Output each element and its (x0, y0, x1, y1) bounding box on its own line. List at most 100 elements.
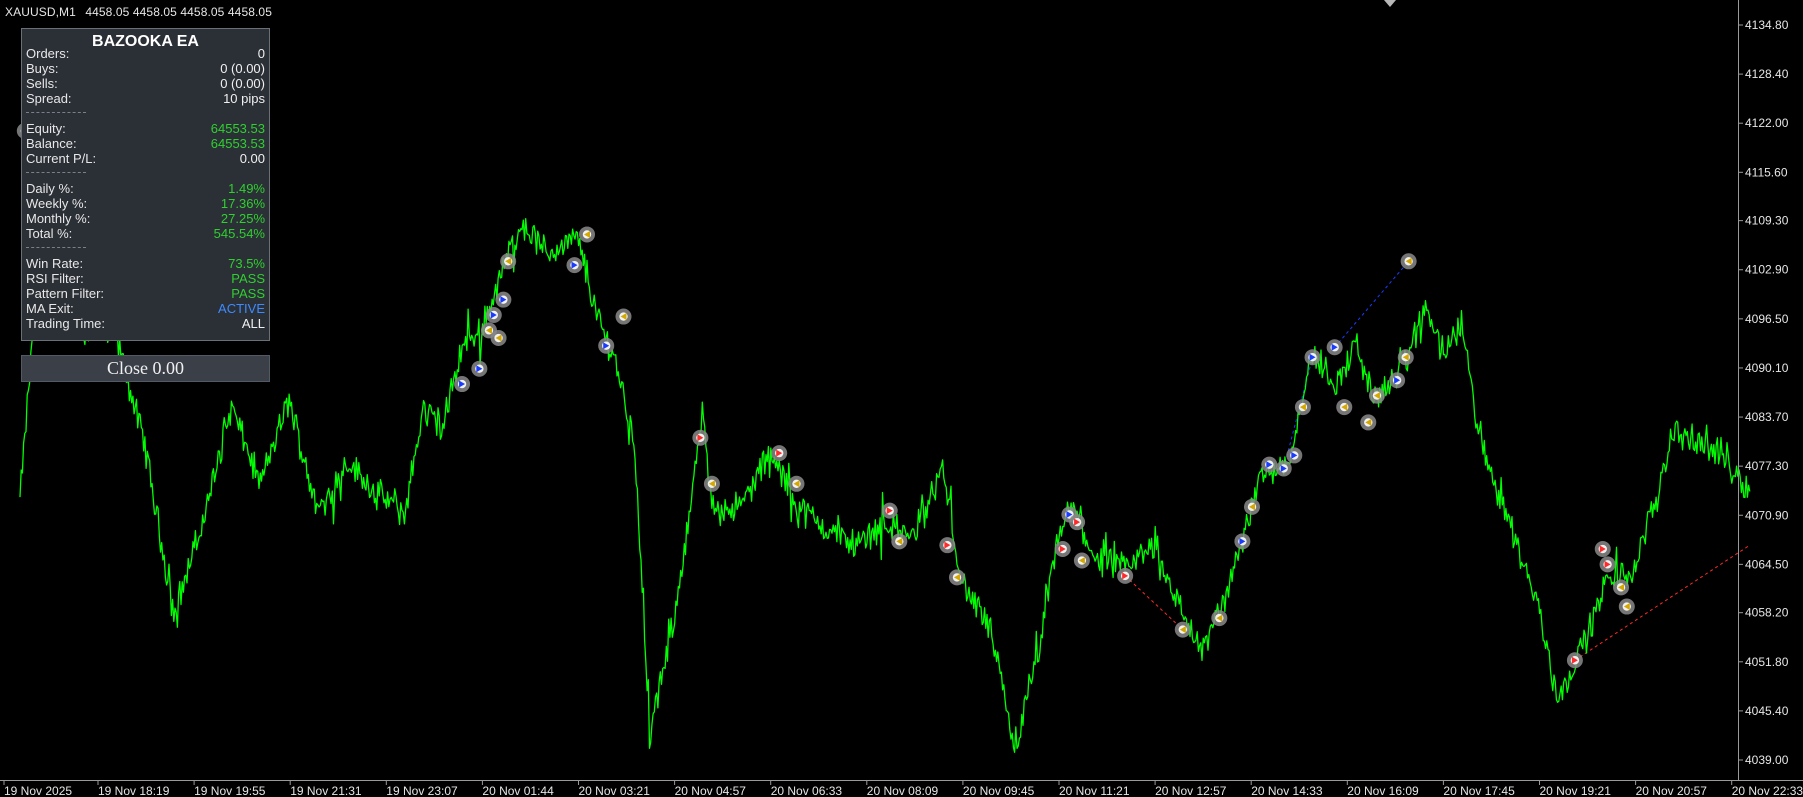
x-tick-label: 19 Nov 18:19 (98, 784, 170, 797)
ea-separator (26, 112, 86, 113)
ea-row-value: 1.49% (228, 181, 265, 196)
buy-trade-marker-icon[interactable] (566, 257, 583, 274)
buy-trade-marker-icon[interactable] (1326, 339, 1343, 356)
ea-row-pattern-filter: Pattern Filter: PASS (26, 286, 265, 301)
exit-trade-marker-icon[interactable] (1174, 621, 1191, 638)
exit-trade-marker-icon[interactable] (703, 475, 720, 492)
chart-symbol-header: XAUUSD,M1 4458.05 4458.05 4458.05 4458.0… (5, 5, 278, 19)
exit-trade-marker-icon[interactable] (948, 569, 965, 586)
ea-row-spread: Spread: 10 pips (26, 91, 265, 106)
y-tick-label: 4102.90 (1745, 263, 1789, 277)
x-tick-label: 19 Nov 2025 (4, 784, 72, 797)
y-tick-label: 4134.80 (1745, 18, 1789, 32)
y-tick-label: 4077.30 (1745, 459, 1789, 473)
ea-row-value: 73.5% (228, 256, 265, 271)
ohlc-values: 4458.05 4458.05 4458.05 4458.05 (85, 5, 272, 19)
y-tick-label: 4109.30 (1745, 214, 1789, 228)
exit-trade-marker-icon[interactable] (1211, 610, 1228, 627)
ea-row-label: Monthly %: (26, 211, 91, 226)
exit-trade-marker-icon[interactable] (1368, 387, 1385, 404)
buy-trade-marker-icon[interactable] (471, 360, 488, 377)
ea-row-value: 17.36% (220, 196, 265, 211)
y-tick-label: 4070.90 (1745, 508, 1789, 522)
exit-trade-marker-icon[interactable] (500, 253, 517, 270)
buy-trade-marker-icon[interactable] (1286, 447, 1303, 464)
ea-row-label: Spread: (26, 91, 72, 106)
exit-trade-marker-icon[interactable] (1336, 399, 1353, 416)
ea-row-label: Total %: (26, 226, 73, 241)
exit-trade-marker-icon[interactable] (1397, 349, 1414, 366)
buy-trade-marker-icon[interactable] (1389, 372, 1406, 389)
sell-trade-marker-icon[interactable] (1054, 541, 1071, 558)
exit-trade-marker-icon[interactable] (1360, 414, 1377, 431)
x-tick-label: 20 Nov 19:21 (1540, 784, 1612, 797)
price-chart[interactable]: 4134.80 4128.40 4122.00 4115.60 4109.30 4102.… (0, 0, 1803, 797)
sell-trade-marker-icon[interactable] (1069, 514, 1086, 531)
buy-trade-marker-icon[interactable] (1261, 456, 1278, 473)
y-tick-label: 4115.60 (1745, 165, 1788, 179)
y-tick-label: 4122.00 (1745, 116, 1789, 130)
sell-trade-marker-icon[interactable] (1117, 567, 1134, 584)
x-tick-label: 20 Nov 08:09 (867, 784, 939, 797)
x-tick-label: 20 Nov 11:21 (1059, 784, 1130, 797)
chart-shift-marker-icon[interactable] (1384, 0, 1396, 7)
ea-row-value: 545.54% (213, 226, 265, 241)
exit-trade-marker-icon[interactable] (1073, 552, 1090, 569)
ea-row-daily: Daily %: 1.49% (26, 181, 265, 196)
ea-row-label: Daily %: (26, 181, 74, 196)
sell-trade-marker-icon[interactable] (939, 537, 956, 554)
ea-row-trading-time: Trading Time: ALL (26, 316, 265, 331)
ea-row-value: 64553.53 (210, 121, 265, 136)
x-tick-label: 20 Nov 03:21 (579, 784, 651, 797)
ea-row-equity: Equity: 64553.53 (26, 121, 265, 136)
x-tick-label: 20 Nov 06:33 (771, 784, 843, 797)
ea-row-label: Pattern Filter: (26, 286, 105, 301)
ea-row-value: 0.00 (239, 151, 265, 166)
ea-row-value: PASS (231, 271, 265, 286)
x-tick-label: 20 Nov 22:33 (1732, 784, 1803, 797)
symbol-timeframe: XAUUSD,M1 (5, 5, 76, 19)
ea-row-monthly: Monthly %: 27.25% (26, 211, 265, 226)
ea-row-sells: Sells: 0 (0.00) (26, 76, 265, 91)
exit-trade-marker-icon[interactable] (490, 330, 507, 347)
ea-row-current-p-l: Current P/L: 0.00 (26, 151, 265, 166)
exit-trade-marker-icon[interactable] (1244, 498, 1261, 515)
exit-trade-marker-icon[interactable] (1400, 253, 1417, 270)
buy-trade-marker-icon[interactable] (485, 307, 502, 324)
x-tick-label: 19 Nov 21:31 (290, 784, 362, 797)
ea-row-label: Buys: (26, 61, 59, 76)
sell-trade-marker-icon[interactable] (1594, 541, 1611, 558)
exit-trade-marker-icon[interactable] (578, 226, 595, 243)
buy-trade-marker-icon[interactable] (598, 337, 615, 354)
sell-trade-marker-icon[interactable] (771, 445, 788, 462)
buy-trade-marker-icon[interactable] (1275, 460, 1292, 477)
ea-row-rsi-filter: RSI Filter: PASS (26, 271, 265, 286)
exit-trade-marker-icon[interactable] (788, 475, 805, 492)
sell-trade-marker-icon[interactable] (692, 429, 709, 446)
sell-trade-marker-icon[interactable] (1566, 652, 1583, 669)
buy-trade-marker-icon[interactable] (1234, 533, 1251, 550)
sell-trade-marker-icon[interactable] (1599, 556, 1616, 573)
exit-trade-marker-icon[interactable] (1613, 579, 1630, 596)
ea-row-ma-exit: MA Exit: ACTIVE (26, 301, 265, 316)
ea-row-label: MA Exit: (26, 301, 74, 316)
buy-trade-marker-icon[interactable] (1304, 349, 1321, 366)
x-tick-label: 20 Nov 17:45 (1443, 784, 1515, 797)
x-tick-label: 20 Nov 14:33 (1251, 784, 1323, 797)
exit-trade-marker-icon[interactable] (1618, 598, 1635, 615)
ea-row-label: Current P/L: (26, 151, 97, 166)
x-tick-label: 19 Nov 19:55 (194, 784, 266, 797)
ea-row-value: PASS (231, 286, 265, 301)
exit-trade-marker-icon[interactable] (1294, 399, 1311, 416)
sell-trade-marker-icon[interactable] (881, 502, 898, 519)
exit-trade-marker-icon[interactable] (891, 533, 908, 550)
exit-trade-marker-icon[interactable] (615, 308, 632, 325)
x-tick-label: 20 Nov 12:57 (1155, 784, 1227, 797)
ea-separator (26, 247, 86, 248)
ea-row-value: ALL (241, 316, 265, 331)
ea-row-label: RSI Filter: (26, 271, 84, 286)
buy-trade-marker-icon[interactable] (454, 376, 471, 393)
close-positions-button[interactable]: Close 0.00 (21, 355, 270, 382)
buy-trade-marker-icon[interactable] (495, 291, 512, 308)
ea-row-value: 0 (257, 46, 265, 61)
